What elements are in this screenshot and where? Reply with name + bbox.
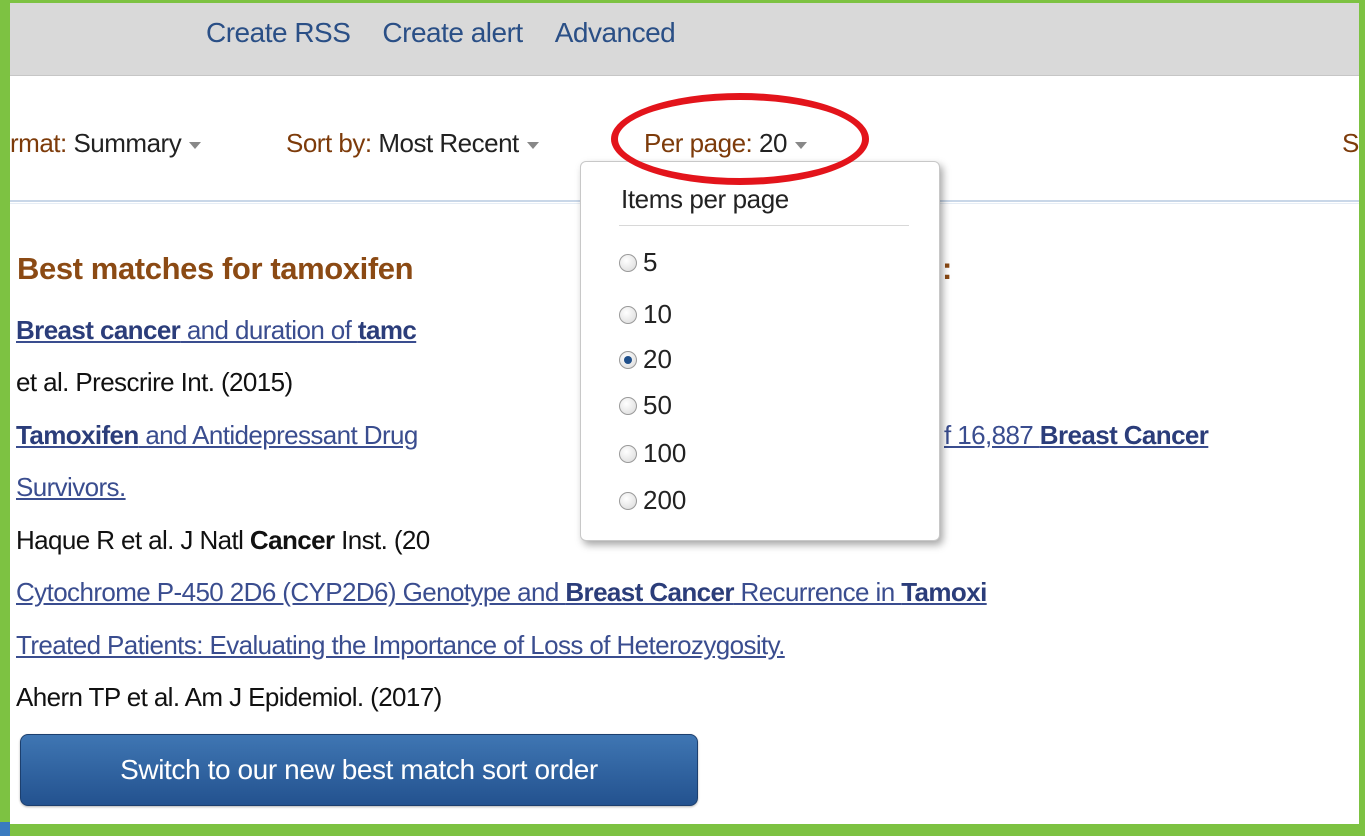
sort-label: Sort by: <box>286 128 372 158</box>
result-1-title-part: and duration of <box>180 315 358 345</box>
result-1-title-part: Breast cancer <box>16 315 181 345</box>
result-2-title-line1-tail[interactable]: f 16,887 Breast Cancer <box>944 420 1209 451</box>
sort-value: Most Recent <box>378 128 519 158</box>
per-page-option-50[interactable]: 50 <box>619 390 672 421</box>
chevron-down-icon <box>794 141 807 149</box>
result-2-title-line2[interactable]: Survivors. <box>16 472 126 503</box>
frame-corner-mark <box>0 822 10 836</box>
per-page-control[interactable]: Per page: 20 <box>644 128 807 159</box>
per-page-option-label: 50 <box>643 390 672 420</box>
result-2-title-part: and Antidepressant Drug <box>138 420 418 450</box>
create-alert-link[interactable]: Create alert <box>382 17 523 49</box>
per-page-option-label: 10 <box>643 299 672 329</box>
result-3-link[interactable]: Cytochrome P-450 2D6 (CYP2D6) Genotype a… <box>16 577 987 607</box>
result-2-title-part: Tamoxifen <box>16 420 139 450</box>
per-page-label: Per page: <box>644 128 753 158</box>
result-3-title-part: Breast Cancer <box>565 577 734 607</box>
per-page-value: 20 <box>758 128 787 158</box>
radio-button-icon[interactable] <box>619 305 637 324</box>
per-page-option-100[interactable]: 100 <box>619 438 686 469</box>
result-2-meta: Haque R et al. J Natl Cancer Inst. (20 <box>16 525 430 556</box>
per-page-option-label: 20 <box>643 344 672 374</box>
result-3-title-part: Recurrence in <box>733 577 902 607</box>
result-2-link[interactable]: Tamoxifen and Antidepressant Drug <box>16 420 418 450</box>
best-matches-heading-text: Best matches for tamoxifen <box>17 251 414 286</box>
result-3-meta: Ahern TP et al. Am J Epidemiol. (2017) <box>16 682 442 712</box>
result-3-title-part: Cytochrome P-450 2D6 (CYP2D6) Genotype a… <box>16 577 566 607</box>
radio-button-icon[interactable] <box>619 491 637 510</box>
result-2-meta-part: Cancer <box>249 525 335 555</box>
radio-button-icon[interactable] <box>619 253 637 272</box>
result-2-link-tail[interactable]: f 16,887 Breast Cancer <box>944 420 1209 450</box>
per-page-option-label: 200 <box>643 485 687 515</box>
radio-button-icon[interactable] <box>619 444 637 463</box>
dropdown-divider <box>619 225 909 226</box>
result-2-title-line1[interactable]: Tamoxifen and Antidepressant Drug <box>16 420 418 451</box>
dropdown-title: Items per page <box>621 184 789 214</box>
per-page-option-label: 100 <box>643 438 687 468</box>
result-1-title[interactable]: Breast cancer and duration of tamc <box>16 315 417 346</box>
frame-left-border <box>0 0 10 836</box>
best-matches-heading-colon: : <box>942 251 952 286</box>
top-links: Create RSS Create alert Advanced <box>206 17 676 49</box>
result-3-title-part: Tamoxi <box>901 577 987 607</box>
result-2-meta-part: Inst. (20 <box>334 525 430 555</box>
format-label: rmat: <box>10 128 67 158</box>
radio-button-icon[interactable] <box>619 396 637 415</box>
format-value: Summary <box>73 128 182 158</box>
result-2-meta-part: Haque R et al. J Natl <box>16 525 250 555</box>
frame-bottom-border <box>0 824 1365 836</box>
frame-right-border <box>1359 0 1365 836</box>
per-page-option-label: 5 <box>643 247 658 277</box>
top-toolbar: Create RSS Create alert Advanced <box>10 3 1359 76</box>
per-page-option-200[interactable]: 200 <box>619 485 686 516</box>
per-page-option-20[interactable]: 20 <box>619 344 672 375</box>
result-2-title-part: Breast Cancer <box>1039 420 1209 450</box>
result-3-title-line2[interactable]: Treated Patients: Evaluating the Importa… <box>16 630 785 661</box>
per-page-option-10[interactable]: 10 <box>619 299 672 330</box>
radio-button-selected-icon[interactable] <box>619 350 637 369</box>
right-clipped-control[interactable]: S <box>1342 128 1359 159</box>
sort-control[interactable]: Sort by: Most Recent <box>286 128 539 159</box>
per-page-dropdown: Items per page 5 10 20 50 100 200 <box>580 161 940 541</box>
result-1-link[interactable]: Breast cancer and duration of tamc <box>16 315 417 345</box>
format-control[interactable]: rmat: Summary <box>10 128 202 159</box>
right-clipped-label: S <box>1342 128 1359 158</box>
result-2-link-line2[interactable]: Survivors. <box>16 472 126 502</box>
result-2-title-part: f 16,887 <box>944 420 1040 450</box>
chevron-down-icon <box>189 141 202 149</box>
chevron-down-icon <box>526 141 539 149</box>
best-matches-heading: Best matches for tamoxifen : <box>17 251 952 287</box>
create-rss-link[interactable]: Create RSS <box>206 17 351 49</box>
per-page-option-5[interactable]: 5 <box>619 247 657 278</box>
advanced-search-link[interactable]: Advanced <box>555 17 676 49</box>
result-1-meta: et al. Prescrire Int. (2015) <box>16 367 293 397</box>
switch-sort-order-button[interactable]: Switch to our new best match sort order <box>20 734 698 806</box>
result-3-link-line2[interactable]: Treated Patients: Evaluating the Importa… <box>16 630 785 660</box>
result-3-title-line1[interactable]: Cytochrome P-450 2D6 (CYP2D6) Genotype a… <box>16 577 987 608</box>
result-1-title-part: tamc <box>357 315 417 345</box>
